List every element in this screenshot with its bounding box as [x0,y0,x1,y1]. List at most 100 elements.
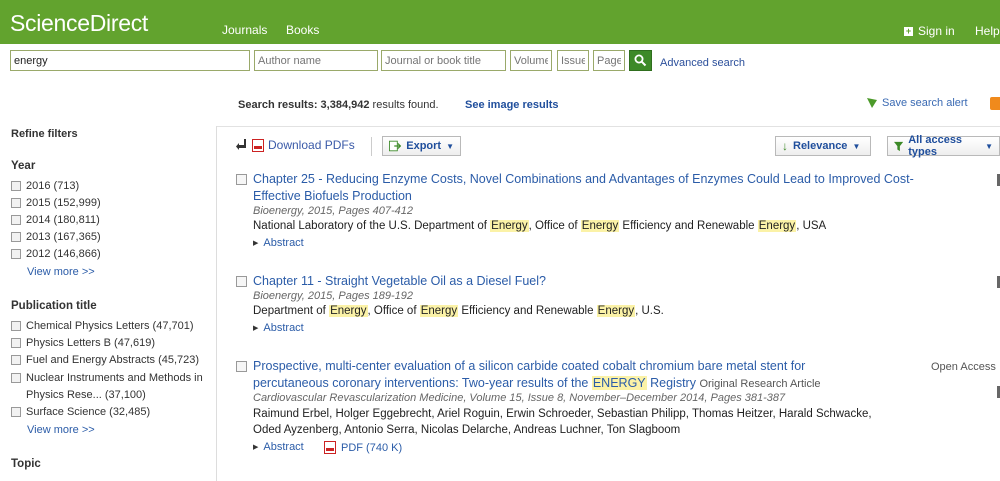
result-source: Bioenergy, 2015, Pages 407-412 [253,205,414,217]
pub-filter-fuel-energy-abstracts[interactable]: Fuel and Energy Abstracts (45,723) [11,354,199,366]
checkbox[interactable] [11,215,21,225]
year-view-more-link[interactable]: View more >> [27,266,95,278]
bookmark-icon [867,98,877,108]
sign-in-link[interactable]: + Sign in [904,24,955,38]
advanced-search-link[interactable]: Advanced search [660,57,745,69]
checkbox[interactable] [11,232,21,242]
year-filter-2012[interactable]: 2012 (146,866) [11,248,101,260]
checkbox[interactable] [11,198,21,208]
checkbox[interactable] [11,407,21,417]
save-search-alert-link[interactable]: Save search alert [866,97,968,109]
checkbox[interactable] [11,321,21,331]
abstract-label: Abstract [263,322,304,334]
result-item: Chapter 25 - Reducing Enzyme Costs, Nove… [236,171,956,251]
issue-input[interactable] [557,50,589,71]
pdf-icon [324,441,336,454]
sort-relevance-button[interactable]: ↓ Relevance ▼ [775,136,871,156]
pdf-icon [252,138,264,152]
pub-filter-chemical-physics-letters[interactable]: Chemical Physics Letters (47,701) [11,320,194,332]
publication-title-heading: Publication title [11,300,97,312]
triangle-right-icon: ▶ [253,325,259,332]
author-text: , Office of [367,305,420,317]
author-text: National Laboratory of the U.S. Departme… [253,220,491,232]
rss-icon[interactable] [990,97,1000,110]
filter-label: Nuclear Instruments and Methods in [26,372,203,384]
filter-label: Fuel and Energy Abstracts (45,723) [26,354,200,366]
chevron-down-icon: ▼ [446,141,454,151]
abstract-toggle[interactable]: ▶ Abstract [253,441,304,453]
checkbox[interactable] [11,355,21,365]
search-button[interactable] [629,50,652,71]
title-line: Effective Biofuels Production [253,189,412,203]
year-heading: Year [11,160,36,172]
pub-filter-physics-letters-b[interactable]: Physics Letters B (47,619) [11,337,155,349]
abstract-label: Abstract [263,441,304,453]
checkbox[interactable] [11,338,21,348]
triangle-right-icon: ▶ [253,444,259,451]
year-filter-2016[interactable]: 2016 (713) [11,180,79,192]
journal-input[interactable] [381,50,506,71]
sort-arrow-icon: ↓ [782,139,788,153]
results-divider [217,126,1000,127]
download-pdfs-button[interactable]: Download PDFs [236,138,355,152]
result-title-link[interactable]: Chapter 11 - Straight Vegetable Oil as a… [253,273,953,290]
nav-journals[interactable]: Journals [222,23,267,37]
result-title-link[interactable]: Chapter 25 - Reducing Enzyme Costs, Nove… [253,171,953,205]
author-text: Department of [253,305,330,317]
pub-filter-nuclear-instruments-cont[interactable]: Physics Rese... (37,100) [26,389,146,401]
download-arrow-icon [236,139,246,150]
save-search-alert-label: Save search alert [882,97,968,109]
result-source: Cardiovascular Revascularization Medicin… [253,392,786,404]
pub-filter-surface-science[interactable]: Surface Science (32,485) [11,406,150,418]
chevron-down-icon: ▼ [852,141,861,151]
toolbar-separator [371,137,372,156]
page-input[interactable] [593,50,625,71]
title-line: Prospective, multi-center evaluation of … [253,359,806,373]
author-text: Efficiency and Renewable [458,305,597,317]
article-type: Original Research Article [699,378,821,390]
title-line: Registry [646,376,696,390]
result-checkbox[interactable] [236,361,247,372]
search-input[interactable] [10,50,250,71]
volume-input[interactable] [510,50,552,71]
export-label: Export [406,140,442,152]
year-filter-2013[interactable]: 2013 (167,365) [11,231,101,243]
nav-books[interactable]: Books [286,23,319,37]
keyword-highlight: Energy [757,220,797,232]
triangle-right-icon: ▶ [253,240,259,247]
result-checkbox[interactable] [236,174,247,185]
abstract-toggle[interactable]: ▶ Abstract [253,237,304,249]
year-filter-2014[interactable]: 2014 (180,811) [11,214,100,226]
filter-label: 2013 (167,365) [26,231,101,243]
result-authors: National Laboratory of the U.S. Departme… [253,220,826,232]
results-count: Search results: 3,384,942 results found. [238,99,439,111]
pdf-download-link[interactable]: PDF (740 K) [324,441,402,454]
author-input[interactable] [254,50,378,71]
year-filter-2015[interactable]: 2015 (152,999) [11,197,101,209]
result-authors: Raimund Erbel, Holger Eggebrecht, Ariel … [253,408,872,420]
abstract-toggle[interactable]: ▶ Abstract [253,322,304,334]
result-item: Prospective, multi-center evaluation of … [236,358,926,458]
result-checkbox[interactable] [236,276,247,287]
help-link[interactable]: Help [975,24,1000,38]
result-authors: Oded Ayzenberg, Antonio Serra, Nicolas D… [253,424,681,436]
pdf-label: PDF (740 K) [341,441,403,454]
checkbox[interactable] [11,181,21,191]
keyword-highlight: Energy [490,220,529,232]
access-types-button[interactable]: All access types ▼ [887,134,1000,158]
result-title-link[interactable]: Prospective, multi-center evaluation of … [253,358,923,393]
title-line: Chapter 25 - Reducing Enzyme Costs, Nove… [253,172,914,186]
author-text: , Office of [528,220,581,232]
keyword-highlight: Energy [419,305,459,317]
publication-view-more-link[interactable]: View more >> [27,424,95,436]
sciencedirect-logo[interactable]: ScienceDirect [10,10,148,37]
checkbox[interactable] [11,249,21,259]
results-prefix: Search results: [238,99,318,111]
filter-label: 2012 (146,866) [26,248,101,260]
chevron-down-icon: ▼ [985,141,993,151]
pub-filter-nuclear-instruments[interactable]: Nuclear Instruments and Methods in [11,372,203,384]
see-image-results-link[interactable]: See image results [465,99,559,111]
keyword-highlight: ENERGY [591,376,647,390]
checkbox[interactable] [11,373,21,383]
export-button[interactable]: Export ▼ [382,136,461,156]
